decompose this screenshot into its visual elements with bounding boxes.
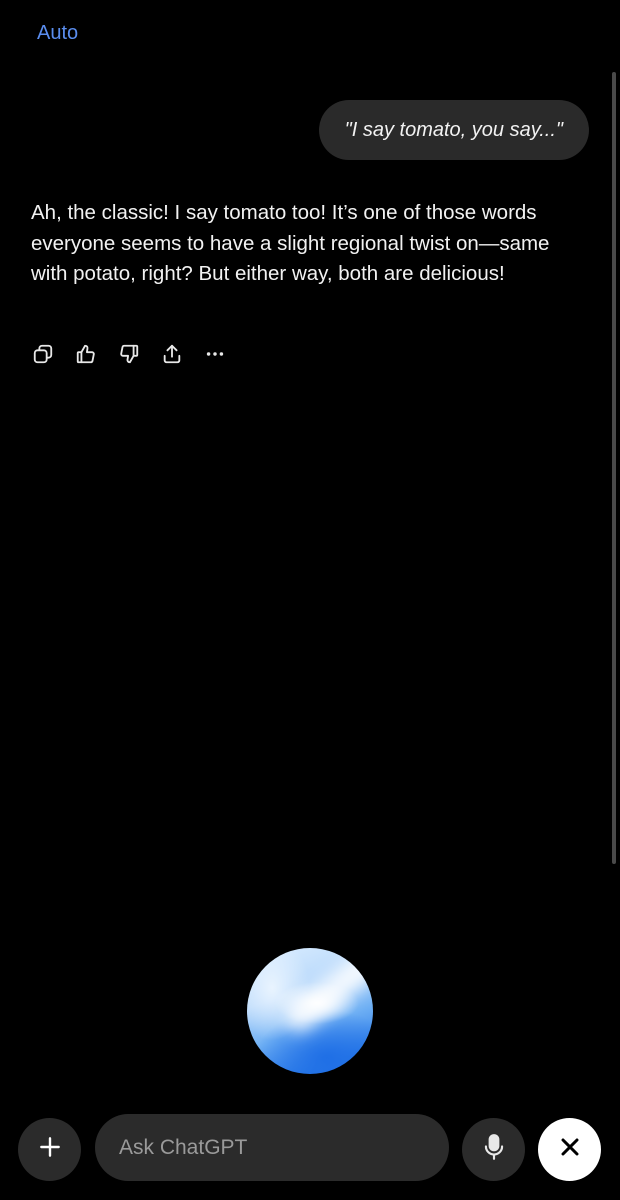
- thumbs-up-button[interactable]: [74, 344, 98, 368]
- more-icon: [204, 343, 226, 370]
- scrollbar[interactable]: [612, 72, 616, 864]
- user-message-bubble: "I say tomato, you say...": [318, 100, 589, 160]
- message-actions: [31, 344, 246, 368]
- more-button[interactable]: [203, 344, 227, 368]
- ask-chatgpt-input[interactable]: [95, 1114, 449, 1181]
- thumbs-up-icon: [75, 343, 97, 370]
- assistant-message: Ah, the classic! I say tomato too! It’s …: [31, 201, 550, 285]
- share-button[interactable]: [160, 344, 184, 368]
- mode-selector[interactable]: Auto: [37, 22, 78, 45]
- microphone-icon: [481, 1133, 507, 1166]
- orb-highlight: [280, 948, 373, 1037]
- thumbs-down-icon: [118, 343, 140, 370]
- composer-bar: [0, 1114, 620, 1184]
- voice-input-button[interactable]: [462, 1118, 525, 1181]
- thumbs-down-button[interactable]: [117, 344, 141, 368]
- share-icon: [161, 343, 183, 370]
- close-voice-button[interactable]: [538, 1118, 601, 1181]
- voice-orb: [247, 948, 373, 1074]
- close-icon: [558, 1135, 582, 1164]
- add-attachment-button[interactable]: [18, 1118, 81, 1181]
- copy-icon: [32, 343, 54, 370]
- plus-icon: [37, 1134, 63, 1165]
- copy-button[interactable]: [31, 344, 55, 368]
